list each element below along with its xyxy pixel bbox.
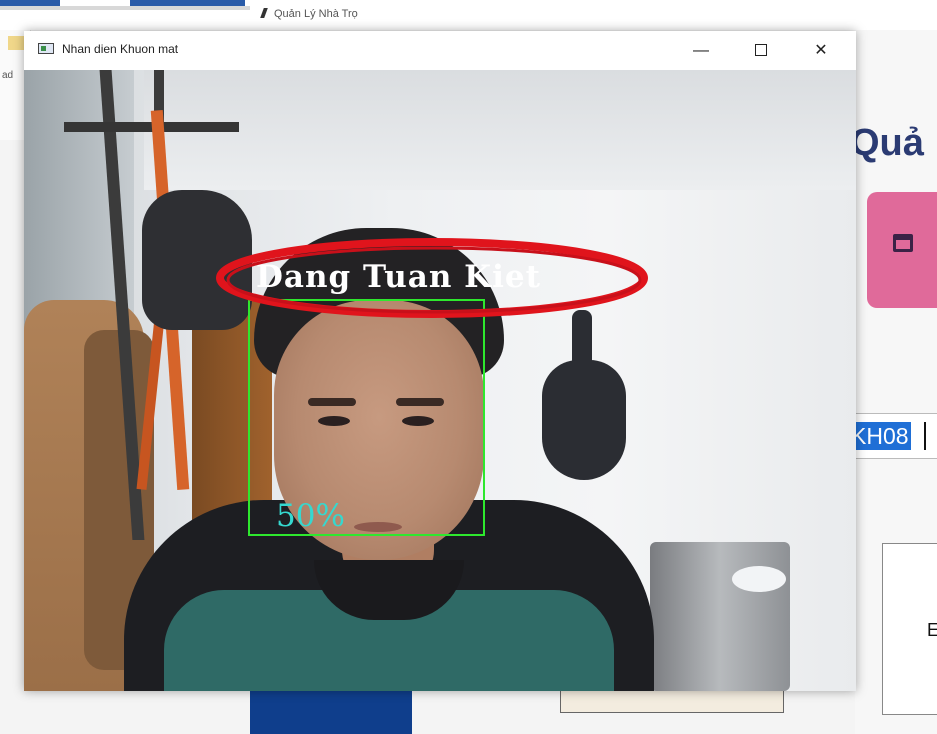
background-left-text: ad	[2, 70, 14, 81]
background-window-title: Quản Lý Nhà Trọ	[260, 8, 358, 20]
feed-guitar-case	[542, 360, 626, 480]
background-cream-panel	[560, 688, 784, 713]
taskbar-divider	[0, 6, 250, 10]
customer-id-selected-text: KH08	[849, 422, 911, 450]
customer-id-field[interactable]: KH08	[846, 413, 937, 459]
confidence-label: 50%	[276, 498, 345, 534]
app-icon	[38, 43, 54, 54]
background-booking-card[interactable]	[867, 192, 937, 308]
background-panel-letter: E	[927, 620, 937, 640]
feed-backpack	[142, 190, 252, 330]
maximize-button[interactable]	[738, 31, 784, 70]
feed-heater	[650, 542, 790, 691]
recognized-name-label: Dang Tuan Kiet	[256, 259, 541, 295]
face-recognition-window[interactable]: Nhan dien Khuon mat — ✕ Dang Tuan Kiet 5…	[24, 31, 856, 691]
close-button[interactable]: ✕	[798, 31, 844, 70]
window-titlebar[interactable]: Nhan dien Khuon mat — ✕	[24, 31, 856, 70]
camera-feed: Dang Tuan Kiet 50%	[24, 70, 856, 691]
background-app-heading: Quả	[850, 122, 924, 164]
minimize-button[interactable]: —	[678, 31, 724, 70]
background-panel-box[interactable]: E	[882, 543, 937, 715]
background-taskbar	[0, 0, 937, 30]
window-title: Nhan dien Khuon mat	[62, 42, 179, 56]
feed-lamp	[732, 566, 786, 592]
maximize-icon	[755, 44, 767, 56]
text-caret	[924, 422, 926, 450]
calendar-icon	[893, 234, 913, 252]
background-nav-bar[interactable]	[250, 688, 412, 734]
feed-ceiling	[144, 70, 856, 190]
pen-icon	[260, 8, 268, 18]
